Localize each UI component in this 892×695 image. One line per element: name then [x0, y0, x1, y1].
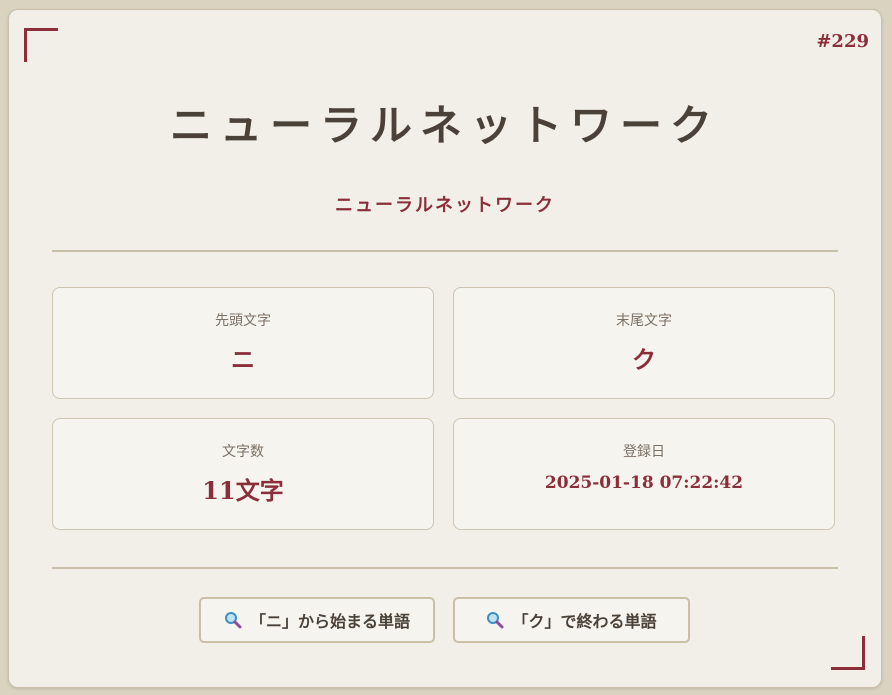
- first-char-value: ニ: [231, 345, 255, 374]
- magnifier-icon: [224, 612, 242, 629]
- search-starts-with-label: 「ニ」から始まる単語: [249, 612, 410, 631]
- word-reading: ニューラルネットワーク: [335, 195, 555, 216]
- entry-number: #229: [816, 31, 869, 52]
- divider-top: [52, 250, 838, 252]
- magnifier-icon: [487, 612, 504, 629]
- word-card: #229 ニューラルネットワーク ニューラルネットワーク 先頭文字 ニ 末尾文字…: [8, 9, 882, 688]
- first-char-label: 先頭文字: [215, 313, 271, 329]
- registered-date-label: 登録日: [623, 444, 665, 460]
- corner-ornament-bottom-right: [831, 636, 865, 670]
- word-title: ニューラルネットワーク: [169, 101, 720, 150]
- registered-date-box: 登録日 2025-01-18 07:22:42: [453, 418, 835, 530]
- search-starts-with-button[interactable]: 「ニ」から始まる単語: [199, 597, 435, 643]
- last-char-box: 末尾文字 ク: [453, 287, 835, 399]
- length-box: 文字数 11文字: [52, 418, 434, 530]
- corner-ornament-top-left: [24, 28, 58, 62]
- search-ends-with-button[interactable]: 「ク」で終わる単語: [453, 597, 690, 643]
- last-char-value: ク: [632, 345, 656, 374]
- search-ends-with-label: 「ク」で終わる単語: [512, 612, 657, 631]
- registered-date-value: 2025-01-18 07:22:42: [544, 473, 744, 493]
- length-label: 文字数: [222, 444, 264, 460]
- first-char-box: 先頭文字 ニ: [52, 287, 434, 399]
- length-value: 11文字: [202, 476, 284, 505]
- divider-bottom: [52, 567, 838, 569]
- last-char-label: 末尾文字: [616, 313, 672, 329]
